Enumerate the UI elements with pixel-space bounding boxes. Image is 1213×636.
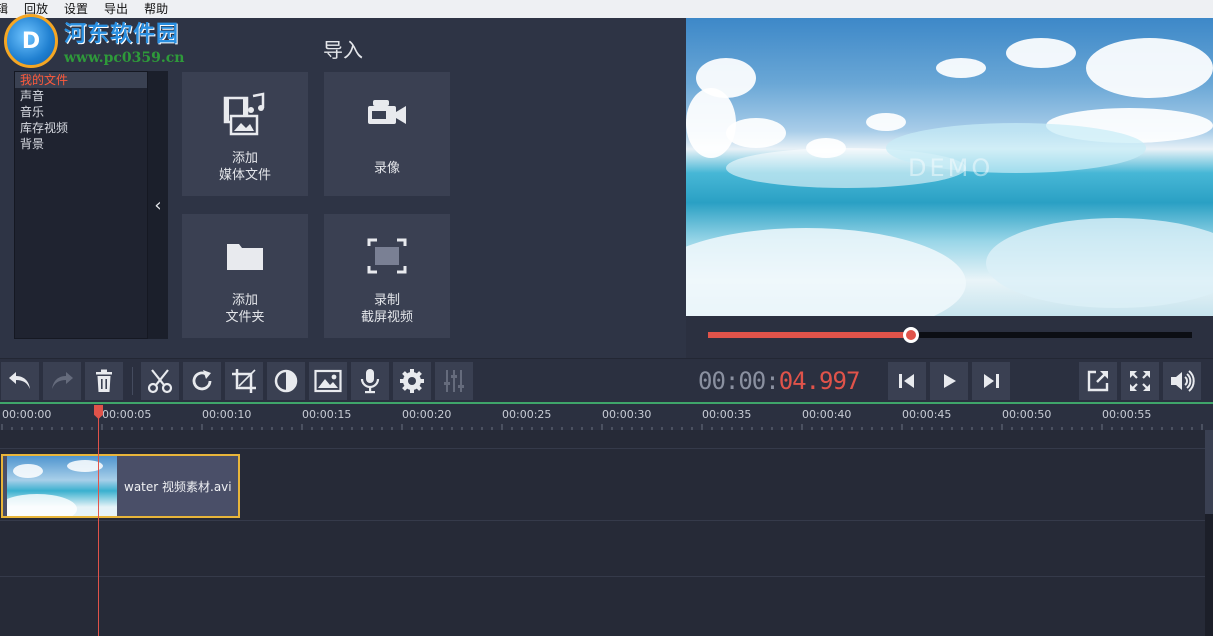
video-clip[interactable]: water 视频素材.avi [1, 454, 240, 518]
collapse-sidebar-button[interactable]: ‹ [148, 71, 168, 339]
scissors-icon [147, 368, 173, 394]
tick-label: 00:00:00 [2, 408, 52, 421]
tick-label: 00:00:25 [502, 408, 552, 421]
previous-frame-button[interactable] [888, 362, 926, 400]
tick-label: 00:00:15 [302, 408, 352, 421]
toolbar-separator [132, 367, 133, 395]
undo-button[interactable] [1, 362, 39, 400]
settings-button[interactable] [393, 362, 431, 400]
category-music[interactable]: 音乐 [15, 104, 147, 120]
tick-label: 00:00:55 [1102, 408, 1152, 421]
undo-icon [7, 369, 33, 393]
chevron-left-icon: ‹ [154, 194, 162, 216]
speaker-icon [1169, 369, 1195, 393]
tick-label: 00:00:30 [602, 408, 652, 421]
menu-settings[interactable]: 设置 [56, 0, 96, 18]
import-title: 导入 [323, 38, 363, 62]
video-preview: DEMO [686, 18, 1213, 316]
color-adjust-button[interactable] [267, 362, 305, 400]
import-panel: 导入 我的文件 声音 音乐 库存视频 背景 ‹ 添加 媒体文件 录像 添加 文件… [0, 18, 686, 358]
menu-help[interactable]: 帮助 [136, 0, 176, 18]
editing-toolbar: 00:00:04.997 [0, 358, 1213, 402]
menu-export[interactable]: 导出 [96, 0, 136, 18]
record-voice-button[interactable] [351, 362, 389, 400]
folder-icon [223, 234, 267, 278]
skip-forward-icon [981, 371, 1001, 391]
tick-label: 00:00:20 [402, 408, 452, 421]
category-stock-video[interactable]: 库存视频 [15, 120, 147, 136]
tick-label: 00:00:05 [102, 408, 152, 421]
sliders-icon [442, 368, 466, 394]
tick-label: 00:00:40 [802, 408, 852, 421]
volume-button[interactable] [1163, 362, 1201, 400]
redo-icon [49, 369, 75, 393]
timecode-elapsed-prefix: 00:00: [698, 367, 780, 395]
audio-mixer-button[interactable] [435, 362, 473, 400]
add-media-icon [223, 92, 267, 136]
category-sounds[interactable]: 声音 [15, 88, 147, 104]
record-screencast-tile[interactable]: 录制 截屏视频 [324, 214, 450, 338]
play-button[interactable] [930, 362, 968, 400]
screen-capture-icon [365, 234, 409, 278]
playhead-line [98, 412, 99, 636]
gear-icon [399, 368, 425, 394]
category-backgrounds[interactable]: 背景 [15, 136, 147, 152]
video-editor-window: 辑 回放 设置 导出 帮助 导入 我的文件 声音 音乐 库存视频 背景 ‹ 添加… [0, 0, 1213, 636]
detach-preview-button[interactable] [1079, 362, 1117, 400]
rotate-button[interactable] [183, 362, 221, 400]
split-button[interactable] [141, 362, 179, 400]
delete-button[interactable] [85, 362, 123, 400]
tick-label: 00:00:50 [1002, 408, 1052, 421]
skip-back-icon [897, 371, 917, 391]
crop-icon [231, 368, 257, 394]
fullscreen-button[interactable] [1121, 362, 1159, 400]
contrast-icon [274, 369, 298, 393]
fullscreen-icon [1128, 369, 1152, 393]
record-video-label: 录像 [373, 161, 400, 176]
tick-label: 00:00:10 [202, 408, 252, 421]
add-folder-label: 添加 文件夹 [225, 293, 265, 325]
add-folder-tile[interactable]: 添加 文件夹 [182, 214, 308, 338]
playback-timecode: 00:00:04.997 [698, 367, 861, 395]
category-list: 我的文件 声音 音乐 库存视频 背景 [14, 71, 148, 339]
category-my-files[interactable]: 我的文件 [15, 72, 147, 88]
camera-icon [365, 92, 409, 136]
trash-icon [94, 369, 114, 393]
menu-edit[interactable]: 辑 [0, 0, 16, 18]
seek-bar-progress [708, 332, 912, 338]
microphone-icon [359, 368, 381, 394]
tick-label: 00:00:35 [702, 408, 752, 421]
menu-bar: 辑 回放 设置 导出 帮助 [0, 0, 1213, 18]
seek-bar[interactable] [708, 327, 1192, 343]
timeline-ruler[interactable]: 00:00:00 00:00:05 00:00:10 00:00:15 00:0… [0, 402, 1213, 430]
next-frame-button[interactable] [972, 362, 1010, 400]
add-media-files-tile[interactable]: 添加 媒体文件 [182, 72, 308, 196]
add-media-files-label: 添加 媒体文件 [218, 151, 271, 183]
redo-button[interactable] [43, 362, 81, 400]
timecode-elapsed-seconds: 04.997 [778, 367, 861, 395]
demo-watermark: DEMO [908, 154, 994, 182]
rotate-icon [189, 368, 215, 394]
play-icon [939, 371, 959, 391]
record-video-tile[interactable]: 录像 [324, 72, 450, 196]
seek-bar-area [686, 316, 1213, 358]
track-divider [0, 520, 1205, 521]
timeline-scrollbar[interactable] [1205, 430, 1213, 636]
track-divider [0, 576, 1205, 577]
scrollbar-thumb[interactable] [1205, 430, 1213, 514]
record-screencast-label: 录制 截屏视频 [360, 293, 413, 325]
crop-button[interactable] [225, 362, 263, 400]
image-button[interactable] [309, 362, 347, 400]
menu-playback[interactable]: 回放 [16, 0, 56, 18]
seek-handle[interactable] [903, 327, 920, 343]
tick-label: 00:00:45 [902, 408, 952, 421]
clip-thumbnail [7, 456, 117, 516]
image-icon [314, 369, 342, 393]
external-window-icon [1086, 369, 1110, 393]
clip-filename: water 视频素材.avi [124, 479, 232, 494]
track-divider [0, 448, 1205, 449]
